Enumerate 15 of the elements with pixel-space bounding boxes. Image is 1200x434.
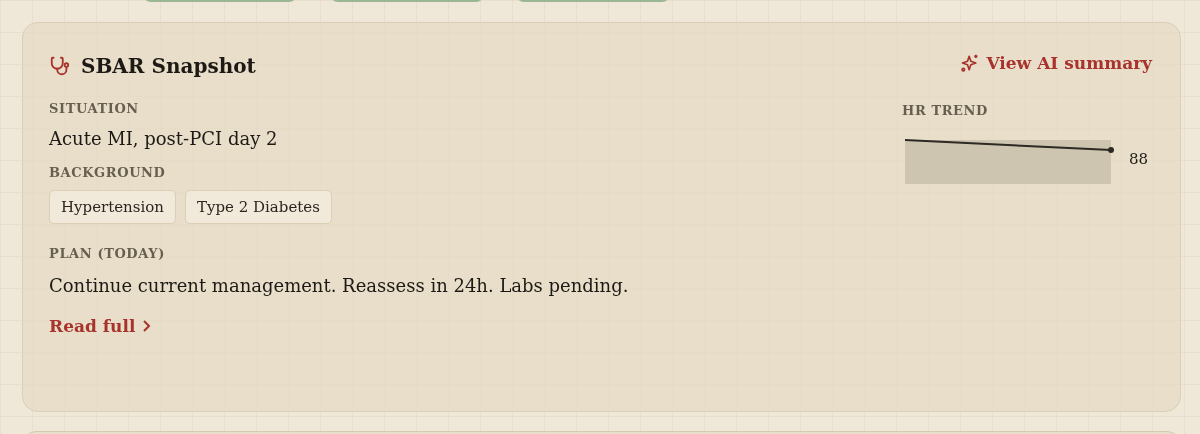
- heart-rate-value: 88: [1129, 150, 1149, 168]
- section-label: PLAN (TODAY): [49, 246, 166, 261]
- chevron-right-icon: [141, 319, 152, 333]
- section-label: HR TREND: [902, 103, 988, 118]
- ai-summary-link[interactable]: View AI summary: [960, 53, 1152, 73]
- condition-tag: Type 2 Diabetes: [184, 190, 332, 224]
- situation-text: Acute MI, post-PCI day 2: [49, 128, 279, 149]
- read-full-link[interactable]: Read full: [49, 316, 152, 336]
- plan-text: Continue current management. Reassess in 24h. Labs pending.: [49, 275, 630, 296]
- sparkle-icon: [960, 53, 981, 73]
- section-label: BACKGROUND: [49, 165, 167, 180]
- condition-tag: Hypertension: [49, 190, 176, 224]
- stethoscope-icon: [49, 55, 71, 77]
- section-label: SITUATION: [49, 101, 140, 116]
- card-title: SBAR Snapshot: [81, 54, 256, 78]
